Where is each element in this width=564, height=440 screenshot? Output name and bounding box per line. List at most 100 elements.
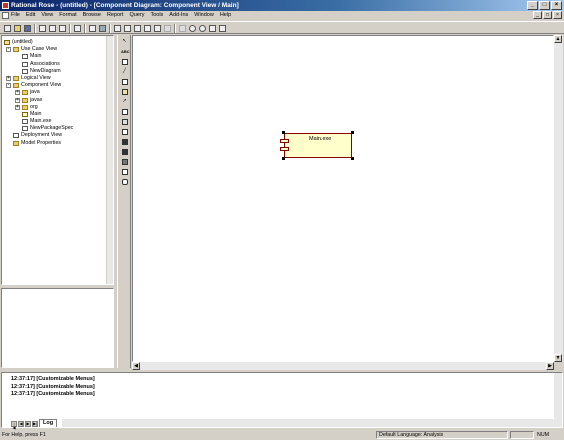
tree-node-root[interactable]: (untitled)	[4, 39, 106, 46]
log-window[interactable]: 12:37:17] [Customizable Menus] 12:37:17]…	[1, 372, 563, 430]
scroll-up-icon[interactable]: ▲	[554, 35, 562, 43]
menu-window[interactable]: Window	[194, 12, 214, 19]
paste-icon[interactable]	[58, 24, 67, 33]
expand-icon[interactable]: +	[15, 90, 20, 96]
selection-handle[interactable]	[282, 157, 285, 160]
documentation-window[interactable]	[1, 288, 114, 368]
tree-node-main-component-diagram[interactable]: Main	[4, 111, 106, 118]
zoom-to-selection-icon[interactable]	[178, 24, 187, 33]
tree-node-org[interactable]: + org	[4, 104, 106, 111]
component-diagram-canvas[interactable]: Main.exe	[132, 35, 554, 362]
tab-log[interactable]: Log	[39, 419, 58, 427]
browse-class-diagram-icon[interactable]	[113, 24, 122, 33]
menu-format[interactable]: Format	[59, 12, 76, 19]
browse-component-diagram-icon[interactable]	[133, 24, 142, 33]
last-tab-icon[interactable]: ▶|	[32, 421, 38, 427]
prev-tab-icon[interactable]: ◀	[18, 421, 24, 427]
menu-view[interactable]: View	[41, 12, 53, 19]
tree-node-use-case-view[interactable]: - Use Case View	[4, 46, 106, 53]
component-tool-icon[interactable]: ↗	[121, 98, 128, 105]
canvas-horizontal-scrollbar[interactable]: ◀ ▶	[132, 362, 554, 370]
size-grip[interactable]	[554, 362, 563, 370]
generic-package-icon[interactable]	[121, 128, 128, 135]
package-body-icon[interactable]	[121, 178, 128, 185]
task-spec-icon[interactable]	[121, 138, 128, 145]
package-tool-icon[interactable]	[121, 78, 128, 85]
tree-node-java[interactable]: + java	[4, 89, 106, 96]
tree-node-newpackagespec[interactable]: NewPackageSpec	[4, 125, 106, 132]
menu-add-ins[interactable]: Add-Ins	[169, 12, 188, 19]
tree-node-logical-view[interactable]: + Logical View	[4, 75, 106, 82]
document-icon[interactable]	[2, 12, 9, 19]
close-button[interactable]: ×	[551, 1, 562, 10]
child-minimize-button[interactable]: _	[533, 11, 542, 19]
note-tool-icon[interactable]	[121, 58, 128, 65]
print-icon[interactable]	[73, 24, 82, 33]
database-icon[interactable]	[121, 158, 128, 165]
expand-icon[interactable]: +	[15, 104, 20, 110]
tree-node-newdiagram[interactable]: NewDiagram	[4, 68, 106, 75]
tree-node-label: (untitled)	[12, 39, 33, 45]
copy-icon[interactable]	[48, 24, 57, 33]
tree-node-main-usecase[interactable]: Main	[4, 53, 106, 60]
tree-node-deployment-view[interactable]: Deployment View	[4, 132, 106, 139]
context-help-icon[interactable]	[88, 24, 97, 33]
undo-fit-in-window-icon[interactable]	[218, 24, 227, 33]
tree-node-javax[interactable]: + javax	[4, 97, 106, 104]
minimize-button[interactable]: _	[527, 1, 538, 10]
menu-report[interactable]: Report	[107, 12, 124, 19]
browse-parent-icon[interactable]	[153, 24, 162, 33]
menu-tools[interactable]: Tools	[150, 12, 163, 19]
new-icon[interactable]	[3, 24, 12, 33]
view-documentation-icon[interactable]	[98, 24, 107, 33]
anchor-tool-icon[interactable]: ╱	[121, 68, 128, 75]
tree-node-model-properties[interactable]: Model Properties	[4, 140, 106, 147]
expand-icon[interactable]: +	[15, 97, 20, 103]
subprogram-spec-icon[interactable]	[121, 108, 128, 115]
cut-icon[interactable]	[38, 24, 47, 33]
next-tab-icon[interactable]: ▶	[25, 421, 31, 427]
menu-edit[interactable]: Edit	[26, 12, 35, 19]
browser-scrollbar[interactable]	[106, 36, 113, 284]
menu-browse[interactable]: Browse	[83, 12, 101, 19]
zoom-out-icon[interactable]	[198, 24, 207, 33]
selection-tool-icon[interactable]: ↖	[121, 38, 128, 45]
canvas-vertical-scrollbar[interactable]: ▲ ▼	[554, 35, 563, 362]
log-horizontal-scrollbar[interactable]	[62, 419, 558, 427]
browse-previous-diagram-icon[interactable]	[163, 24, 172, 33]
open-icon[interactable]	[13, 24, 22, 33]
child-restore-button[interactable]: □	[543, 11, 552, 19]
menu-help[interactable]: Help	[220, 12, 231, 19]
tree-node-label: NewDiagram	[30, 67, 61, 74]
text-tool-icon[interactable]: ABC	[121, 48, 130, 55]
component-main-exe[interactable]: Main.exe	[280, 133, 352, 158]
scroll-right-icon[interactable]: ▶	[546, 362, 554, 370]
selection-handle[interactable]	[351, 131, 354, 134]
subprogram-body-icon[interactable]	[121, 118, 128, 125]
scroll-left-icon[interactable]: ◀	[132, 362, 140, 370]
browser-tree-pane[interactable]: (untitled) - Use Case View Main Associat…	[1, 35, 114, 285]
collapse-icon[interactable]: -	[6, 83, 11, 89]
first-tab-icon[interactable]: |◀	[11, 421, 17, 430]
selection-handle[interactable]	[282, 131, 285, 134]
main-program-icon[interactable]	[121, 168, 128, 175]
dependency-tool-icon[interactable]	[121, 88, 128, 95]
tree-node-associations[interactable]: Associations	[4, 61, 106, 68]
maximize-button[interactable]: □	[539, 1, 550, 10]
task-body-icon[interactable]	[121, 148, 128, 155]
save-icon[interactable]	[23, 24, 32, 33]
fit-in-window-icon[interactable]	[208, 24, 217, 33]
tree-node-main-exe[interactable]: Main.exe	[4, 118, 106, 125]
rose-app-icon[interactable]	[2, 2, 9, 9]
menu-query[interactable]: Query	[129, 12, 144, 19]
child-close-button[interactable]: ×	[553, 11, 562, 19]
menu-file[interactable]: File	[11, 12, 20, 19]
browse-interaction-diagram-icon[interactable]	[123, 24, 132, 33]
selection-handle[interactable]	[351, 157, 354, 160]
expand-icon[interactable]: +	[6, 75, 11, 81]
browse-deployment-diagram-icon[interactable]	[143, 24, 152, 33]
zoom-in-icon[interactable]	[188, 24, 197, 33]
collapse-icon[interactable]: -	[6, 47, 11, 53]
tree-node-component-view[interactable]: - Component View	[4, 82, 106, 89]
scroll-down-icon[interactable]: ▼	[554, 354, 562, 362]
